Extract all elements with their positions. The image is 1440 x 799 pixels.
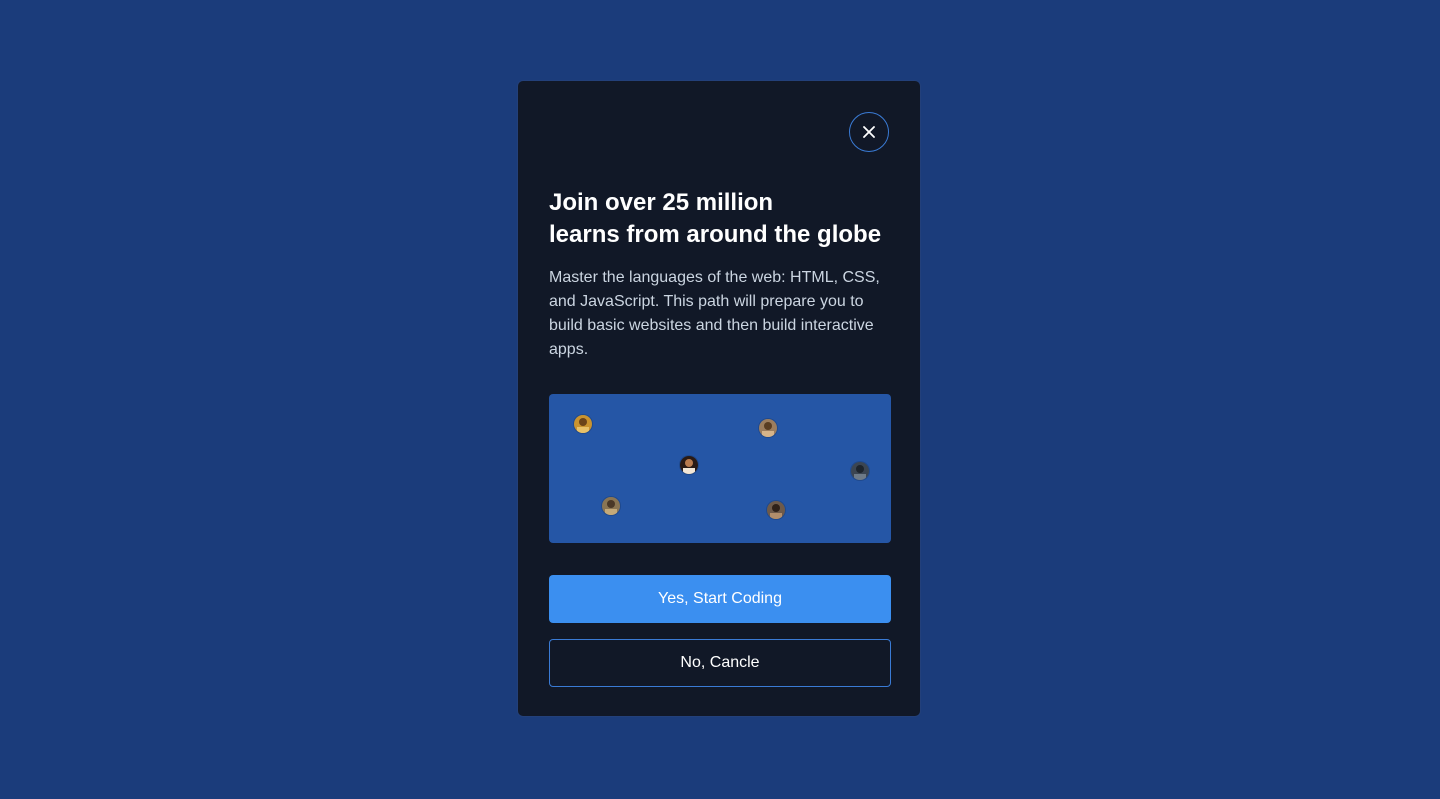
modal-description: Master the languages of the web: HTML, C… xyxy=(549,269,880,358)
close-icon xyxy=(863,126,875,138)
avatar xyxy=(851,462,869,480)
avatar xyxy=(759,419,777,437)
avatar xyxy=(574,415,592,433)
modal-title: Join over 25 million learns from around … xyxy=(549,187,881,251)
cancel-button[interactable]: No, Cancle xyxy=(549,639,891,687)
title-line-1: Join over 25 million xyxy=(549,189,774,216)
signup-modal: Join over 25 million learns from around … xyxy=(517,80,921,717)
start-coding-button[interactable]: Yes, Start Coding xyxy=(549,575,891,623)
close-button[interactable] xyxy=(849,112,889,152)
learners-map xyxy=(549,394,891,543)
title-line-2: learns from around the globe xyxy=(549,221,882,248)
avatar xyxy=(767,501,785,519)
avatar xyxy=(680,456,698,474)
avatar xyxy=(602,497,620,515)
